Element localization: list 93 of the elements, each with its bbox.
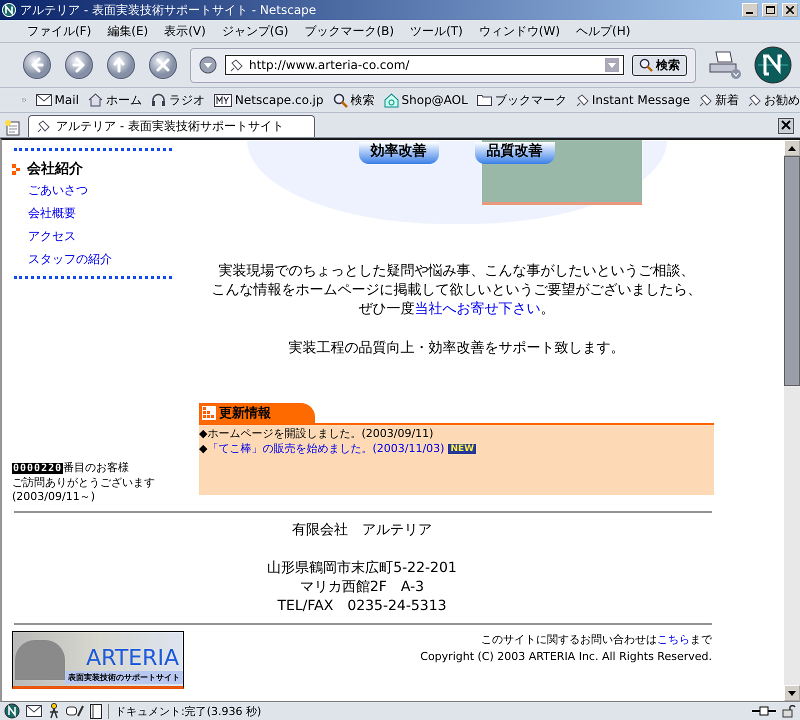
intro-paragraph: 実装現場でのちょっとした疑問や悩み事、こんな事がしたいというご相談、 こんな情報をホームページに掲載して欲しいというご要望がございましたら、 ぜひ一度当社へお寄せ下さい。 xyxy=(212,262,702,319)
menu-item[interactable]: ウィンドウ(W) xyxy=(472,20,568,42)
house-icon xyxy=(88,93,103,107)
app-logo-icon xyxy=(2,3,16,17)
padlock-icon xyxy=(782,704,796,718)
banner-button[interactable]: 品質改善 xyxy=(474,142,554,164)
menu-item[interactable]: ツール(T) xyxy=(403,20,470,42)
bookmark-link[interactable]: 検索 xyxy=(332,92,374,108)
maximize-icon xyxy=(766,6,774,14)
url-field[interactable]: http://www.arteria-co.com/ xyxy=(225,55,624,75)
house-icon xyxy=(384,92,398,108)
envelope-icon[interactable] xyxy=(26,705,42,717)
bookmark-icon xyxy=(37,120,50,133)
reload-button[interactable] xyxy=(106,50,136,80)
scrollbar-thumb[interactable] xyxy=(784,156,800,386)
section-heading: 会社紹介 xyxy=(27,160,83,178)
folder-icon xyxy=(476,94,492,106)
bookmark-icon xyxy=(576,94,589,106)
menu-item[interactable]: 表示(V) xyxy=(157,20,213,42)
bookmark-link[interactable]: 新着 xyxy=(699,92,739,108)
menu-item[interactable]: ファイル(F) xyxy=(20,20,98,42)
close-button[interactable] xyxy=(782,3,798,17)
person-icon[interactable] xyxy=(48,703,60,719)
banner-button[interactable]: 効率改善 xyxy=(358,142,438,164)
envelope-icon xyxy=(36,94,52,106)
bookmark-icon xyxy=(230,58,243,72)
news-bullet: ◆ xyxy=(199,426,208,441)
bookmark-link[interactable]: Mail xyxy=(36,93,79,107)
contact-link[interactable]: 当社へお寄せ下さい xyxy=(414,301,540,317)
news-header: 更新情報 xyxy=(199,403,315,423)
counter-text: ご訪問ありがとうございます xyxy=(12,476,156,490)
connection-icon xyxy=(752,706,776,716)
bookmark-link[interactable]: ラジオ xyxy=(150,92,205,108)
back-button[interactable] xyxy=(22,50,52,80)
bookmark-link[interactable]: Instant Message xyxy=(576,93,690,107)
headphones-icon xyxy=(150,93,166,107)
window-title: アルテリア - 表面実装技術サポートサイト - Netscape xyxy=(20,2,318,18)
down-arrow-icon xyxy=(788,690,796,696)
news-link[interactable]: 「てこ棒」の販売を始めました。(2003/11/03) xyxy=(207,441,444,456)
address-line: 山形県鶴岡市末広町5-22-201 xyxy=(267,559,457,578)
menu-item[interactable]: ジャンプ(G) xyxy=(214,20,296,42)
address-line: マリカ西館2F A-3 xyxy=(300,578,424,597)
notepad-icon[interactable] xyxy=(90,704,102,718)
bookmark-link[interactable]: Netscape.co.jp xyxy=(214,93,324,107)
news-text: ホームページを開設しました。(2003/09/11) xyxy=(207,426,434,441)
grid-icon xyxy=(202,406,216,420)
bookmark-link[interactable]: Shop@AOL xyxy=(384,92,468,108)
close-tab-button[interactable] xyxy=(778,118,794,134)
sidebar-link[interactable]: アクセス xyxy=(28,228,199,245)
contact-link[interactable]: こちら xyxy=(657,633,690,646)
menu-item[interactable]: ブックマーク(B) xyxy=(297,20,402,42)
search-icon xyxy=(639,58,653,72)
news-bullet: ◆ xyxy=(199,441,208,456)
bookmark-link[interactable]: お勧め xyxy=(748,92,800,108)
search-icon xyxy=(332,92,348,108)
bookmark-link[interactable]: ブックマーク xyxy=(476,92,567,108)
copyright-text: Copyright (C) 2003 ARTERIA Inc. All Rights Reserved. xyxy=(420,649,712,665)
scroll-up-button[interactable] xyxy=(784,140,800,156)
url-input[interactable]: http://www.arteria-co.com/ xyxy=(249,58,599,72)
browser-tab[interactable]: アルテリア - 表面実装技術サポートサイト xyxy=(28,115,315,137)
maximize-button[interactable] xyxy=(762,3,778,17)
tagline: 実装工程の品質向上・効率改善をサポート致します。 xyxy=(288,339,624,357)
up-arrow-icon xyxy=(788,146,796,150)
search-button[interactable]: 検索 xyxy=(632,54,687,76)
bullet-icon xyxy=(12,164,21,174)
bookmark-icon xyxy=(748,94,761,106)
dropdown-icon[interactable] xyxy=(199,56,217,74)
printer-icon[interactable] xyxy=(708,50,742,80)
address-line: TEL/FAX 0235-24-5313 xyxy=(277,597,447,616)
status-text: ドキュメント:完了(3.936 秒) xyxy=(108,704,746,718)
visitor-counter: 0000220 番目のお客様 xyxy=(12,461,130,476)
stop-button[interactable] xyxy=(148,50,178,80)
company-name: 有限会社 アルテリア xyxy=(292,521,432,540)
menu-item[interactable]: ヘルプ(H) xyxy=(569,20,638,42)
arteria-logo[interactable]: ARTERIA 表面実装技術のサポートサイト xyxy=(12,631,184,689)
scroll-down-button[interactable] xyxy=(784,685,800,701)
new-tab-icon[interactable] xyxy=(4,119,22,137)
netscape-logo-icon[interactable] xyxy=(754,46,792,84)
close-icon xyxy=(781,120,791,130)
minimize-button[interactable] xyxy=(742,3,758,17)
sidebar-link[interactable]: ごあいさつ xyxy=(28,182,199,199)
bookmark-link[interactable]: ホーム xyxy=(88,92,142,108)
sidebar-link[interactable]: 会社概要 xyxy=(28,205,199,222)
counter-text: (2003/09/11～) xyxy=(12,490,96,504)
navigator-icon[interactable] xyxy=(4,703,20,719)
close-icon xyxy=(786,6,794,14)
my-icon xyxy=(214,94,232,106)
contact-text: このサイトに関するお問い合わせはこちら まで xyxy=(480,632,712,648)
sidebar-link[interactable]: スタッフの紹介 xyxy=(28,251,199,268)
bookmark-icon xyxy=(699,94,712,106)
new-badge: NEW xyxy=(448,444,476,454)
forward-button[interactable] xyxy=(64,50,94,80)
menu-item[interactable]: 編集(E) xyxy=(100,20,156,42)
